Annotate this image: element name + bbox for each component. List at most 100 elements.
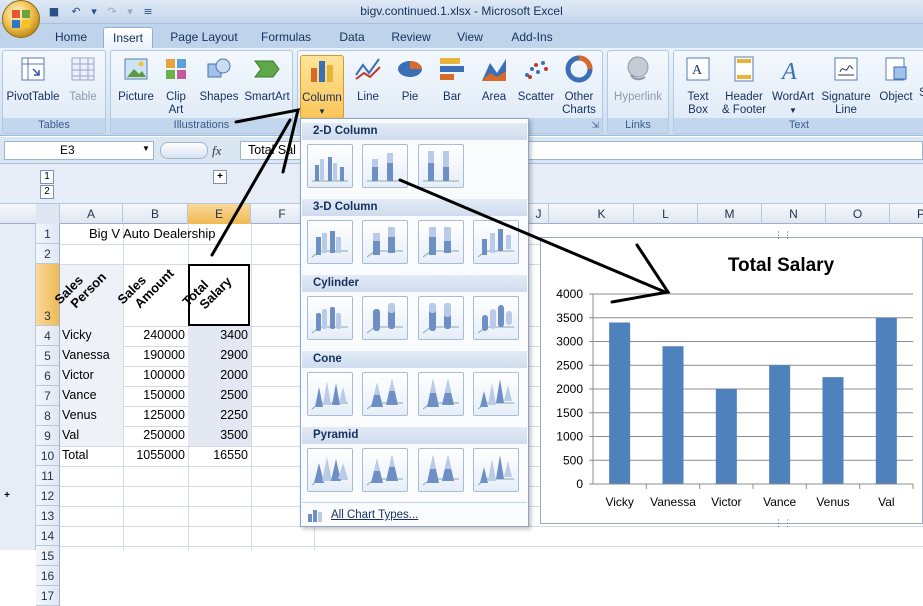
100-stacked-cone-option[interactable] <box>418 372 464 416</box>
chart-object[interactable]: Total Salary 4000 3500 3000 2500 2000 1500 100… <box>540 230 923 528</box>
cell-amount[interactable]: 125000 <box>125 408 185 422</box>
cell-salary[interactable]: 3400 <box>190 328 248 342</box>
scatter-chart-button[interactable]: Scatter <box>514 55 558 104</box>
column-header-o[interactable]: O <box>826 204 890 224</box>
cell-amount[interactable]: 100000 <box>125 368 185 382</box>
dialog-launcher-icon[interactable]: ⇲ <box>591 118 599 133</box>
column-header-a[interactable]: A <box>60 204 123 224</box>
cell-name[interactable]: Vicky <box>62 328 92 342</box>
text-box-button[interactable]: A Text Box <box>676 55 720 117</box>
picture-button[interactable]: Picture <box>115 55 157 104</box>
clustered-column-option[interactable] <box>307 144 353 188</box>
row-header-8[interactable]: 8 <box>36 406 60 426</box>
wordart-button[interactable]: A WordArt ▼ <box>770 55 816 117</box>
header-footer-button[interactable]: Header & Footer <box>720 55 768 117</box>
formula-splitter[interactable] <box>160 142 208 159</box>
name-box-dropdown-icon[interactable]: ▼ <box>142 144 150 153</box>
3d-100-stacked-column-option[interactable] <box>418 220 464 264</box>
office-button[interactable] <box>2 0 40 38</box>
clustered-cone-option[interactable] <box>307 372 353 416</box>
tab-home[interactable]: Home <box>48 27 94 48</box>
all-chart-types-link[interactable]: All Chart Types... <box>307 505 418 525</box>
stacked-column-option[interactable] <box>362 144 408 188</box>
object-button[interactable]: Object <box>876 55 916 104</box>
cell-amount[interactable]: 250000 <box>125 428 185 442</box>
hyperlink-button[interactable]: Hyperlink <box>610 55 666 104</box>
tab-formulas[interactable]: Formulas <box>254 27 318 48</box>
3d-clustered-column-option[interactable] <box>307 220 353 264</box>
outline-level-1-button[interactable]: 1 <box>40 170 54 184</box>
cell-amount[interactable]: 150000 <box>125 388 185 402</box>
100-stacked-pyramid-option[interactable] <box>418 448 464 492</box>
row-header-6[interactable]: 6 <box>36 366 60 386</box>
cell-amount[interactable]: 240000 <box>125 328 185 342</box>
cell-salary[interactable]: 2000 <box>190 368 248 382</box>
row-header-11[interactable]: 11 <box>36 466 60 486</box>
select-all-button[interactable] <box>36 204 60 224</box>
3d-cone-option[interactable] <box>473 372 519 416</box>
clip-art-button[interactable]: Clip Art <box>159 55 193 117</box>
name-box[interactable]: E3 <box>4 141 154 160</box>
column-header-b[interactable]: B <box>123 204 188 224</box>
row-header-16[interactable]: 16 <box>36 566 60 586</box>
column-header-j[interactable]: J <box>529 204 549 224</box>
row-header-9[interactable]: 9 <box>36 426 60 446</box>
clustered-pyramid-option[interactable] <box>307 448 353 492</box>
cell-salary[interactable]: 3500 <box>190 428 248 442</box>
expand-column-button[interactable]: + <box>213 170 227 184</box>
tab-page-layout[interactable]: Page Layout <box>165 27 243 48</box>
cell-total-amount[interactable]: 1055000 <box>125 448 185 462</box>
3d-pyramid-option[interactable] <box>473 448 519 492</box>
column-header-m[interactable]: M <box>698 204 762 224</box>
line-chart-button[interactable]: Line <box>348 55 388 104</box>
cell-name[interactable]: Vanessa <box>62 348 110 362</box>
cell-amount[interactable]: 190000 <box>125 348 185 362</box>
3d-stacked-column-option[interactable] <box>362 220 408 264</box>
column-header-p[interactable]: P <box>890 204 923 224</box>
row-header-2[interactable]: 2 <box>36 244 60 264</box>
cell-salary[interactable]: 2500 <box>190 388 248 402</box>
signature-line-button[interactable]: Signature Line <box>818 55 874 117</box>
shapes-button[interactable]: Shapes <box>197 55 241 104</box>
row-header-14[interactable]: 14 <box>36 526 60 546</box>
redo-dropdown-icon[interactable]: ▾ <box>126 4 134 20</box>
row-header-4[interactable]: 4 <box>36 326 60 346</box>
outline-level-2-button[interactable]: 2 <box>40 185 54 199</box>
customize-icon[interactable]: ≡ <box>140 4 156 20</box>
chart-top-handle[interactable]: ⋮⋮ <box>774 230 792 241</box>
other-charts-button[interactable]: Other Charts <box>558 55 600 117</box>
tab-view[interactable]: View <box>448 27 492 48</box>
column-header-e[interactable]: E <box>188 204 251 224</box>
cell-total-salary[interactable]: 16550 <box>190 448 248 462</box>
row-header-12[interactable]: 12 <box>36 486 60 506</box>
3d-column-option[interactable] <box>473 220 519 264</box>
row-header-7[interactable]: 7 <box>36 386 60 406</box>
cell-total-label[interactable]: Total <box>62 448 88 462</box>
cell-name[interactable]: Vance <box>62 388 97 402</box>
undo-dropdown-icon[interactable]: ▾ <box>90 4 98 20</box>
table-button[interactable]: Table <box>63 55 103 104</box>
undo-icon[interactable]: ↶ <box>68 4 84 20</box>
area-chart-button[interactable]: Area <box>474 55 514 104</box>
tab-data[interactable]: Data <box>330 27 374 48</box>
insert-function-icon[interactable]: fx <box>212 143 221 159</box>
row-header-13[interactable]: 13 <box>36 506 60 526</box>
pivottable-button[interactable]: PivotTable <box>5 55 61 104</box>
clustered-cylinder-option[interactable] <box>307 296 353 340</box>
tab-add-ins[interactable]: Add-Ins <box>502 27 562 48</box>
cell-salary[interactable]: 2250 <box>190 408 248 422</box>
row-header-1[interactable]: 1 <box>36 224 60 244</box>
row-header-17[interactable]: 17 <box>36 586 60 606</box>
column-header-l[interactable]: L <box>634 204 698 224</box>
row-header-10[interactable]: 10 <box>36 446 60 466</box>
tab-review[interactable]: Review <box>384 27 438 48</box>
3d-cylinder-option[interactable] <box>473 296 519 340</box>
bar-chart-button[interactable]: Bar <box>432 55 472 104</box>
tab-insert[interactable]: Insert <box>103 27 153 48</box>
symbol-button[interactable]: S <box>918 55 923 100</box>
smartart-button[interactable]: SmartArt <box>243 55 291 104</box>
100-stacked-cylinder-option[interactable] <box>418 296 464 340</box>
stacked-pyramid-option[interactable] <box>362 448 408 492</box>
chart-bottom-handle[interactable]: ⋮⋮ <box>774 518 792 529</box>
cell-salary[interactable]: 2900 <box>190 348 248 362</box>
